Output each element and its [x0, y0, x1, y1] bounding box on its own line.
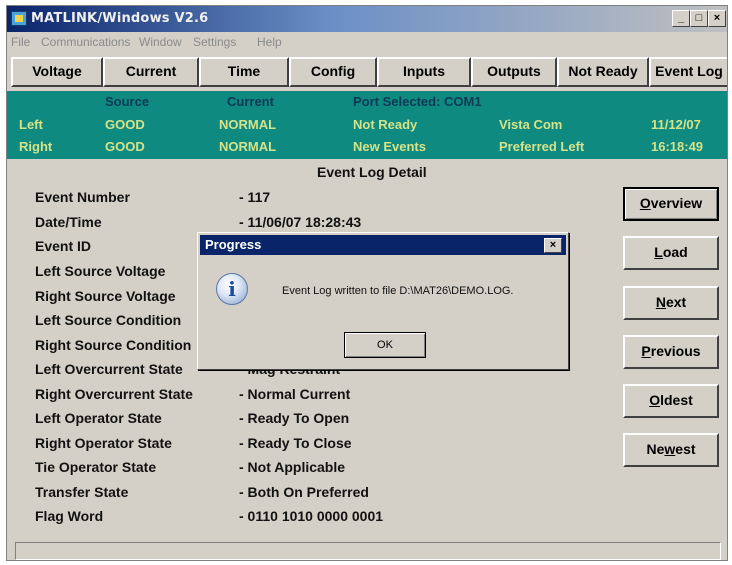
oldest-label: ldest — [660, 392, 693, 408]
source-header: Source — [105, 94, 150, 109]
voltage-button[interactable]: Voltage — [11, 57, 103, 87]
newest-accelerator: w — [664, 441, 676, 457]
left-mode: Vista Com — [499, 117, 563, 132]
minimize-button[interactable]: _ — [672, 10, 690, 27]
event-log-detail-title: Event Log Detail — [317, 164, 427, 180]
load-label: oad — [662, 244, 688, 260]
title-bar: MATLINK/Windows V2.6 _ □ × — [7, 6, 727, 32]
left-label: Left — [19, 117, 43, 132]
oldest-button[interactable]: Oldest — [623, 384, 719, 418]
maximize-button[interactable]: □ — [690, 10, 708, 27]
right-source: GOOD — [105, 139, 145, 154]
menu-bar: File Communications Window Settings Help — [7, 32, 727, 53]
load-button[interactable]: Load — [623, 236, 719, 270]
current-header: Current — [227, 94, 274, 109]
right-mode: Preferred Left — [499, 139, 585, 154]
newest-button[interactable]: Newest — [623, 433, 719, 467]
field-label: Event ID — [35, 238, 92, 254]
field-value: - Ready To Open — [239, 410, 350, 426]
right-current: NORMAL — [219, 139, 277, 154]
ok-button[interactable]: OK — [344, 332, 426, 358]
overview-label: verview — [650, 195, 703, 211]
left-state: Not Ready — [353, 117, 418, 132]
field-label: Date/Time — [35, 214, 102, 230]
event-log-button[interactable]: Event Log — [649, 57, 727, 87]
progress-dialog: Progress × i Event Log written to file D… — [197, 232, 569, 370]
field-label: Left Overcurrent State — [35, 361, 183, 377]
field-value: - Normal Current — [239, 386, 351, 402]
previous-accelerator: P — [641, 343, 651, 359]
oldest-accelerator: O — [649, 392, 661, 408]
overview-button[interactable]: Overview — [623, 187, 719, 221]
field-value: - Ready To Close — [239, 435, 352, 451]
newest-label-prefix: Ne — [646, 441, 665, 457]
dialog-title-bar: Progress × — [200, 235, 566, 255]
left-source: GOOD — [105, 117, 145, 132]
field-label: Right Source Condition — [35, 337, 192, 353]
next-label: ext — [665, 294, 687, 310]
previous-button[interactable]: Previous — [623, 335, 719, 369]
close-button[interactable]: × — [708, 10, 726, 27]
port-selected: Port Selected: COM1 — [353, 94, 482, 109]
field-label: Transfer State — [35, 484, 129, 500]
field-value: - 0110 1010 0000 0001 — [239, 508, 384, 524]
status-panel: Source Current Port Selected: COM1 Left … — [7, 91, 727, 159]
menu-file[interactable]: File — [11, 35, 30, 49]
app-window: MATLINK/Windows V2.6 _ □ × File Communic… — [6, 5, 728, 561]
menu-window[interactable]: Window — [139, 35, 182, 49]
field-value: - Not Applicable — [239, 459, 346, 475]
field-value: - 117 — [239, 189, 271, 205]
menu-communications[interactable]: Communications — [41, 35, 130, 49]
window-title: MATLINK/Windows V2.6 — [31, 11, 209, 26]
inputs-button[interactable]: Inputs — [377, 57, 471, 87]
dialog-close-button[interactable]: × — [544, 238, 562, 253]
menu-settings[interactable]: Settings — [193, 35, 236, 49]
outputs-button[interactable]: Outputs — [471, 57, 557, 87]
field-label: Right Operator State — [35, 435, 172, 451]
right-label: Right — [19, 139, 53, 154]
app-icon — [11, 11, 27, 26]
next-button[interactable]: Next — [623, 286, 719, 320]
field-label: Flag Word — [35, 508, 104, 524]
previous-label: revious — [650, 343, 701, 359]
overview-accelerator: O — [639, 195, 651, 211]
field-value: - 11/06/07 18:28:43 — [239, 214, 362, 230]
not-ready-button[interactable]: Not Ready — [557, 57, 649, 87]
field-label: Right Source Voltage — [35, 288, 176, 304]
toolbar: Voltage Current Time Config Inputs Outpu… — [7, 54, 727, 90]
status-time: 16:18:49 — [651, 139, 704, 154]
next-accelerator: N — [655, 294, 666, 310]
time-button[interactable]: Time — [199, 57, 289, 87]
info-icon: i — [216, 273, 248, 305]
field-label: Left Source Voltage — [35, 263, 166, 279]
field-label: Right Overcurrent State — [35, 386, 193, 402]
dialog-message: Event Log written to file D:\MAT26\DEMO.… — [282, 285, 514, 297]
field-label: Left Operator State — [35, 410, 162, 426]
field-label: Tie Operator State — [35, 459, 157, 475]
newest-label: est — [675, 441, 696, 457]
right-state: New Events — [353, 139, 426, 154]
field-value: - Both On Preferred — [239, 484, 369, 500]
status-date: 11/12/07 — [651, 117, 701, 132]
field-label: Event Number — [35, 189, 130, 205]
current-button[interactable]: Current — [103, 57, 199, 87]
field-label: Left Source Condition — [35, 312, 182, 328]
status-bar — [15, 542, 721, 560]
config-button[interactable]: Config — [289, 57, 377, 87]
load-accelerator: L — [654, 244, 663, 260]
dialog-title: Progress — [205, 237, 262, 252]
menu-help[interactable]: Help — [257, 35, 282, 49]
left-current: NORMAL — [219, 117, 277, 132]
